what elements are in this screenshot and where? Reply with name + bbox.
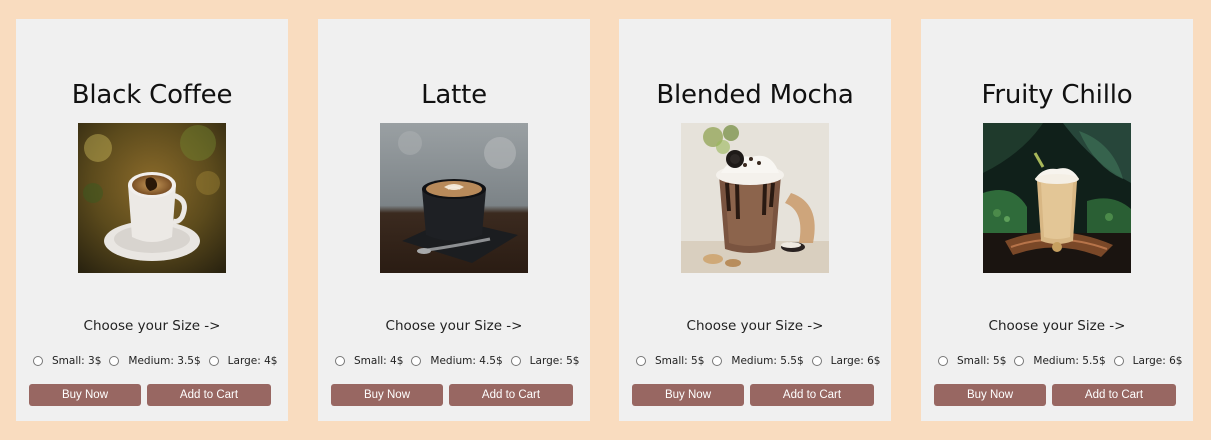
size-option-large[interactable]: Large: 6$ (811, 355, 881, 367)
product-card: Black Coffee Choose your Size -> Small: … (16, 19, 288, 421)
large-radio[interactable] (208, 356, 219, 366)
medium-radio[interactable] (411, 356, 422, 366)
small-radio[interactable] (938, 356, 948, 366)
size-option-medium[interactable]: Medium: 5.5$ (712, 355, 804, 367)
product-card: Fruity Chillo Choose your Size -> Small:… (921, 19, 1193, 421)
size-option-large[interactable]: Large: 4$ (208, 355, 278, 367)
size-options: Small: 3$ Medium: 3.5$ Large: 4$ (33, 353, 277, 369)
size-label: Small: 3$ (52, 355, 102, 367)
size-option-small[interactable]: Small: 5$ (938, 355, 1006, 367)
choose-size-label: Choose your Size -> (385, 318, 523, 334)
product-title: Fruity Chillo (981, 80, 1133, 110)
medium-radio[interactable] (109, 356, 120, 366)
size-label: Large: 6$ (1132, 355, 1183, 367)
buy-now-button[interactable]: Buy Now (934, 384, 1046, 406)
size-options: Small: 5$ Medium: 5.5$ Large: 6$ (636, 353, 880, 369)
blended-mocha-image (681, 123, 829, 273)
size-label: Small: 5$ (957, 355, 1007, 367)
buy-now-button[interactable]: Buy Now (632, 384, 744, 406)
add-to-cart-button[interactable]: Add to Cart (750, 384, 874, 406)
size-options: Small: 5$ Medium: 5.5$ Large: 6$ (938, 353, 1182, 369)
size-label: Medium: 5.5$ (731, 355, 804, 367)
add-to-cart-button[interactable]: Add to Cart (1052, 384, 1176, 406)
size-label: Small: 5$ (655, 355, 705, 367)
size-label: Medium: 5.5$ (1033, 355, 1106, 367)
size-options: Small: 4$ Medium: 4.5$ Large: 5$ (335, 353, 579, 369)
choose-size-label: Choose your Size -> (686, 318, 824, 334)
large-radio[interactable] (811, 356, 822, 366)
add-to-cart-button[interactable]: Add to Cart (449, 384, 573, 406)
buy-now-button[interactable]: Buy Now (29, 384, 141, 406)
size-option-small[interactable]: Small: 4$ (335, 355, 403, 367)
product-grid: Black Coffee Choose your Size -> Small: … (0, 0, 1211, 440)
choose-size-label: Choose your Size -> (988, 318, 1126, 334)
latte-image (380, 123, 528, 273)
size-label: Large: 4$ (227, 355, 278, 367)
product-card: Blended Mocha Choose your Size -> Small:… (619, 19, 891, 421)
medium-radio[interactable] (712, 356, 723, 366)
small-radio[interactable] (636, 356, 646, 366)
size-option-medium[interactable]: Medium: 3.5$ (109, 355, 201, 367)
large-radio[interactable] (1113, 356, 1124, 366)
product-title: Latte (421, 80, 487, 110)
size-label: Medium: 3.5$ (128, 355, 201, 367)
black-coffee-image (78, 123, 226, 273)
size-label: Medium: 4.5$ (430, 355, 503, 367)
add-to-cart-button[interactable]: Add to Cart (147, 384, 271, 406)
size-option-large[interactable]: Large: 6$ (1113, 355, 1183, 367)
product-title: Blended Mocha (656, 80, 854, 110)
medium-radio[interactable] (1014, 356, 1025, 366)
small-radio[interactable] (335, 356, 345, 366)
product-title: Black Coffee (71, 80, 233, 110)
size-option-medium[interactable]: Medium: 4.5$ (411, 355, 503, 367)
size-option-small[interactable]: Small: 5$ (636, 355, 704, 367)
size-option-large[interactable]: Large: 5$ (510, 355, 580, 367)
buy-now-button[interactable]: Buy Now (331, 384, 443, 406)
size-label: Large: 6$ (830, 355, 881, 367)
small-radio[interactable] (33, 356, 43, 366)
product-card: Latte Choose your Size -> Small: 4$ Medi… (318, 19, 590, 421)
large-radio[interactable] (510, 356, 521, 366)
choose-size-label: Choose your Size -> (83, 318, 221, 334)
size-label: Small: 4$ (354, 355, 404, 367)
fruity-chillo-image (983, 123, 1131, 273)
size-label: Large: 5$ (529, 355, 580, 367)
size-option-small[interactable]: Small: 3$ (33, 355, 101, 367)
size-option-medium[interactable]: Medium: 5.5$ (1014, 355, 1106, 367)
